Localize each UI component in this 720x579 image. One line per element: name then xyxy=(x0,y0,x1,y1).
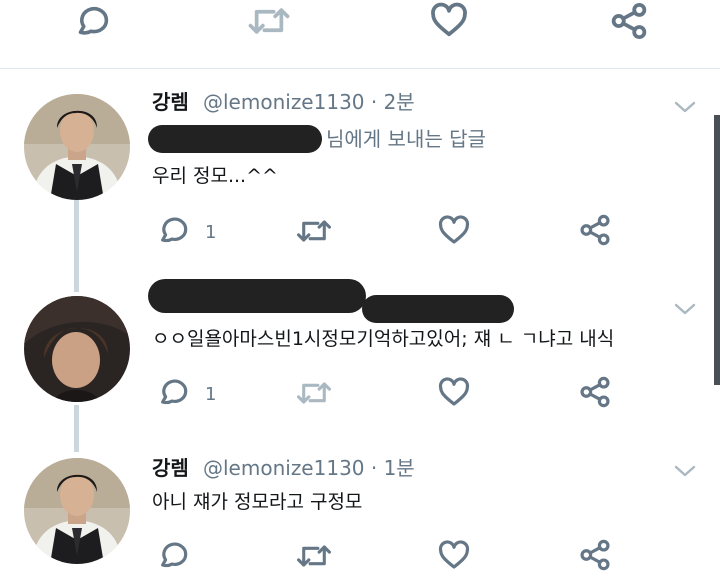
share-icon[interactable] xyxy=(610,2,648,40)
retweet-icon[interactable] xyxy=(296,216,332,246)
like-icon[interactable] xyxy=(430,2,468,38)
display-name[interactable]: 강렘 xyxy=(152,455,189,481)
thread-line xyxy=(74,405,79,452)
avatar[interactable] xyxy=(24,458,130,564)
thread-line xyxy=(74,200,79,292)
handle-and-time[interactable]: @lemonize1130 · 1분 xyxy=(203,455,415,481)
reply-icon[interactable] xyxy=(156,376,188,408)
tweet-text: ㅇㅇ일욜아마스빈1시정모기억하고있어; 쟤 ㄴ ㄱ냐고 내식 xyxy=(152,328,615,350)
chevron-down-icon[interactable] xyxy=(674,99,696,113)
avatar[interactable] xyxy=(24,296,130,402)
like-icon[interactable] xyxy=(438,540,470,570)
like-icon[interactable] xyxy=(438,215,470,245)
redacted-username xyxy=(148,125,322,153)
retweet-icon[interactable] xyxy=(296,378,332,408)
redacted-handle xyxy=(362,295,514,323)
display-name[interactable]: 강렘 xyxy=(152,89,189,115)
redacted-name xyxy=(148,279,366,313)
chevron-down-icon[interactable] xyxy=(674,301,696,315)
divider xyxy=(0,68,720,69)
retweet-icon[interactable] xyxy=(247,4,291,38)
retweet-icon[interactable] xyxy=(296,541,332,571)
share-icon[interactable] xyxy=(579,214,611,246)
share-icon[interactable] xyxy=(579,539,611,571)
reply-icon[interactable] xyxy=(72,3,110,39)
reply-icon[interactable] xyxy=(156,214,188,246)
reply-icon[interactable] xyxy=(156,539,188,571)
reply-to-label[interactable]: 님에게 보내는 답글 xyxy=(326,126,486,152)
scrollbar[interactable] xyxy=(714,115,720,385)
like-icon[interactable] xyxy=(438,377,470,407)
reply-count: 1 xyxy=(205,384,217,405)
reply-count: 1 xyxy=(205,222,217,243)
chevron-down-icon[interactable] xyxy=(674,463,696,477)
tweet-text: 아니 쟤가 정모라고 구정모 xyxy=(152,491,363,513)
tweet-text: 우리 정모...^^ xyxy=(152,165,278,187)
share-icon[interactable] xyxy=(579,376,611,408)
avatar[interactable] xyxy=(24,94,130,200)
handle-and-time[interactable]: @lemonize1130 · 2분 xyxy=(203,89,415,115)
